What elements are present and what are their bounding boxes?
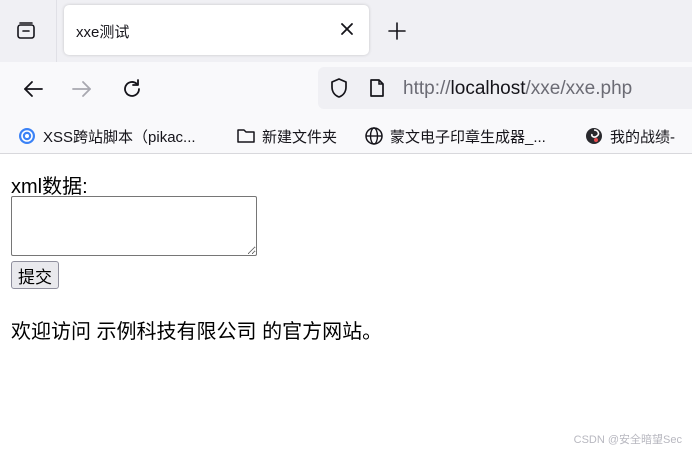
new-tab-plus-icon[interactable] — [386, 20, 408, 42]
forward-arrow-icon[interactable] — [68, 75, 96, 103]
tab-strip: xxe测试 — [0, 0, 692, 62]
globe-icon — [364, 126, 384, 146]
close-icon[interactable] — [337, 19, 357, 39]
bookmark-my-record[interactable]: 我的战绩- — [584, 125, 675, 147]
url-text[interactable]: http://localhost/xxe/xxe.php — [403, 78, 632, 100]
url-path: /xxe/xxe.php — [525, 78, 633, 99]
bookmark-label: 新建文件夹 — [262, 128, 338, 146]
bookmark-new-folder[interactable]: 新建文件夹 — [236, 125, 337, 147]
bookmarks-toolbar: XSS跨站脚本（pikac... 新建文件夹 蒙文电子印章生成器_... 我的战… — [0, 116, 692, 154]
folder-icon — [236, 126, 256, 146]
tab-active[interactable]: xxe测试 — [64, 5, 369, 55]
welcome-message: 欢迎访问 示例科技有限公司 的官方网站。 — [11, 321, 383, 343]
submit-button[interactable]: 提交 — [11, 261, 59, 289]
back-arrow-icon[interactable] — [19, 75, 47, 103]
page-info-icon[interactable] — [366, 77, 388, 99]
tab-title: xxe测试 — [76, 24, 130, 41]
shield-icon[interactable] — [328, 77, 350, 99]
page-content: xml数据: 提交 欢迎访问 示例科技有限公司 的官方网站。 CSDN @安全暗… — [0, 155, 692, 453]
bookmark-seal-generator[interactable]: 蒙文电子印章生成器_... — [364, 125, 546, 147]
bookmark-label: 蒙文电子印章生成器_... — [390, 128, 546, 146]
navigation-toolbar: http://localhost/xxe/xxe.php — [0, 62, 692, 116]
url-host: localhost — [450, 78, 526, 99]
bookmark-label: 我的战绩- — [610, 128, 675, 146]
xss-site-icon — [17, 126, 37, 146]
bookmark-xss[interactable]: XSS跨站脚本（pikac... — [17, 125, 196, 147]
tab-divider — [56, 0, 57, 62]
xml-data-input[interactable] — [11, 196, 257, 256]
spiral-site-icon — [584, 126, 604, 146]
address-bar[interactable]: http://localhost/xxe/xxe.php — [318, 67, 692, 109]
bookmark-label: XSS跨站脚本（pikac... — [43, 128, 196, 146]
reload-icon[interactable] — [118, 75, 146, 103]
watermark: CSDN @安全暗望Sec — [573, 434, 682, 446]
tab-overview-icon[interactable] — [12, 17, 40, 45]
url-scheme: http:// — [403, 78, 451, 99]
xml-data-label: xml数据: — [11, 176, 88, 198]
